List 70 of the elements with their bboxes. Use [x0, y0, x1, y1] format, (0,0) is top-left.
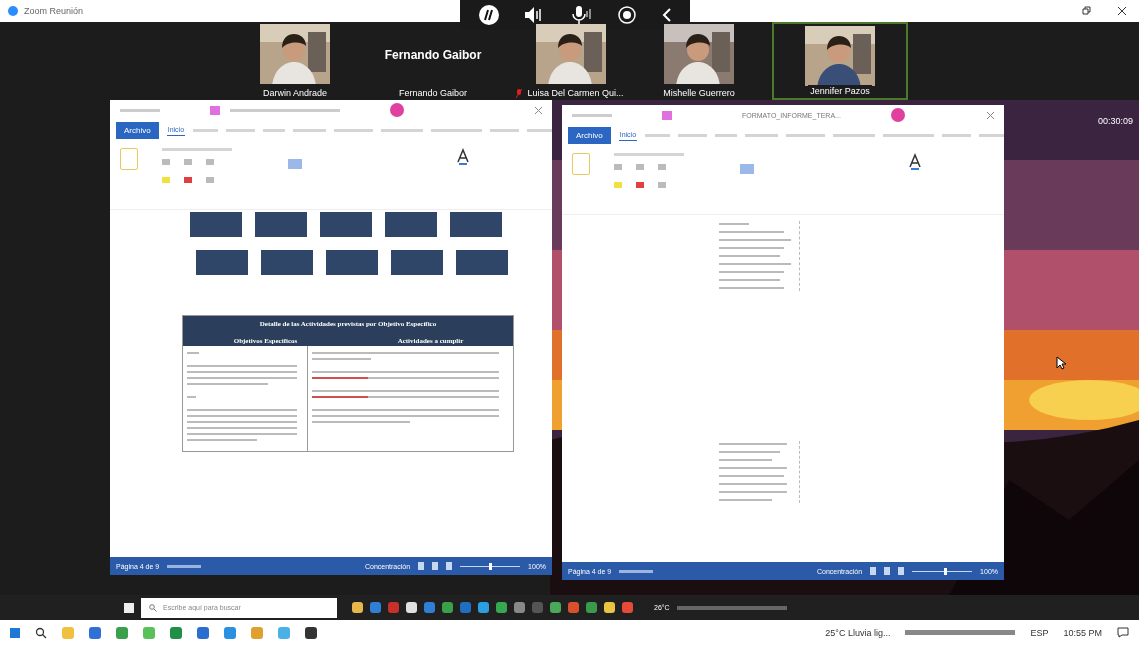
meeting-timer: 00:30:09	[1097, 116, 1133, 126]
participant-tile[interactable]: Fernando Gaibor Fernando Gaibor	[368, 22, 498, 100]
styles-icon[interactable]	[456, 148, 470, 166]
windows-logo-icon[interactable]	[124, 602, 134, 613]
blurred-text	[978, 133, 1004, 137]
blurred-text	[678, 133, 708, 137]
search-icon	[149, 603, 157, 612]
blurred-text	[193, 128, 219, 132]
blurred-text	[614, 153, 684, 156]
blurred-text	[292, 128, 326, 132]
zoom-slider-thumb[interactable]	[489, 562, 493, 570]
blurred-text	[263, 128, 285, 132]
close-icon[interactable]	[1117, 6, 1127, 16]
clipboard-icon[interactable]	[572, 153, 590, 175]
restore-icon[interactable]	[1081, 6, 1091, 16]
blurred-text	[832, 133, 876, 137]
app-icon[interactable]	[604, 602, 615, 613]
blurred-text	[883, 133, 934, 137]
window-title: Zoom Reunión	[24, 6, 84, 16]
participant-label: Jennifer Pazos	[808, 85, 872, 97]
blurred-text	[333, 128, 373, 132]
blurred-text	[167, 564, 202, 568]
blurred-text	[572, 113, 612, 117]
blurred-text	[785, 133, 825, 137]
avatar-icon	[890, 108, 905, 122]
word-logo-icon	[662, 110, 672, 120]
cursor-icon	[1056, 356, 1066, 370]
participant-label: Darwin Andrade	[260, 87, 329, 99]
avatar-icon	[390, 103, 404, 117]
blurred-text	[162, 148, 232, 151]
weather-text: 25°C Lluvia lig...	[825, 627, 891, 638]
zoom-slider-thumb[interactable]	[944, 567, 948, 575]
font-color-icon[interactable]	[184, 177, 192, 183]
app-icon[interactable]	[305, 626, 317, 639]
search-icon[interactable]	[35, 626, 47, 639]
chevron-left-icon[interactable]	[662, 7, 672, 23]
blurred-text	[744, 133, 778, 137]
broadcast-icon[interactable]	[616, 4, 638, 26]
participant-tile[interactable]: Mishelle Guerrero	[644, 22, 754, 100]
file-tab[interactable]: Archivo	[116, 121, 159, 139]
blurred-text	[431, 128, 482, 132]
blurred-text	[619, 569, 654, 573]
blurred-text	[526, 128, 552, 132]
blurred-text	[489, 128, 519, 132]
clipboard-icon[interactable]	[120, 148, 138, 170]
blurred-text	[941, 133, 971, 137]
participant-name: Fernando Gaibor	[384, 48, 482, 62]
language-indicator[interactable]: ESP	[1030, 627, 1049, 638]
microphone-icon[interactable]	[570, 5, 592, 25]
blurred-text	[715, 133, 737, 137]
hp-logo-icon	[478, 4, 500, 26]
participant-label: Fernando Gaibor	[396, 87, 469, 99]
blurred-text	[120, 108, 160, 112]
blurred-text	[226, 128, 256, 132]
font-color-icon[interactable]	[636, 182, 644, 188]
active-speaker-tile[interactable]: Jennifer Pazos	[772, 22, 908, 100]
participant-tile[interactable]: Darwin Andrade	[240, 22, 350, 100]
app-icon[interactable]	[406, 602, 417, 613]
app-icon[interactable]	[352, 602, 363, 613]
zoom-logo-icon	[8, 6, 18, 16]
notification-icon[interactable]	[1117, 627, 1129, 638]
blurred-text	[380, 128, 424, 132]
file-tab[interactable]: Archivo	[568, 126, 611, 144]
clock: 10:55 PM	[1063, 627, 1102, 638]
styles-icon[interactable]	[908, 153, 922, 171]
blurred-text	[645, 133, 671, 137]
participant-label: Luisa Del Carmen Qui...	[525, 87, 626, 99]
participant-tile[interactable]: Luisa Del Carmen Qui...	[516, 22, 626, 100]
word-logo-icon	[210, 105, 220, 115]
participant-label: Mishelle Guerrero	[661, 87, 737, 99]
